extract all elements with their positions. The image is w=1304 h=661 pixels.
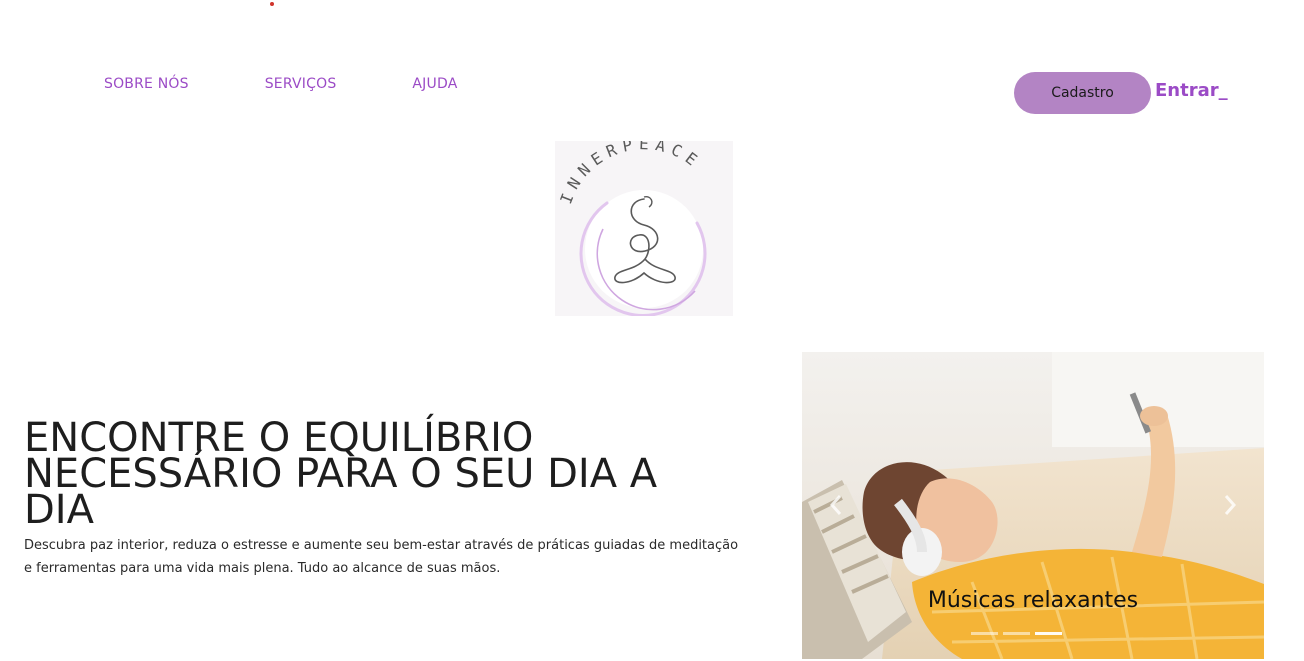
innerpeace-logo: INNERPEACE — [555, 141, 733, 316]
nav-item-ajuda[interactable]: AJUDA — [412, 76, 457, 92]
carousel-indicators — [971, 632, 1062, 635]
chevron-left-icon — [829, 495, 842, 515]
carousel-caption: Músicas relaxantes — [927, 588, 1139, 613]
chevron-right-icon — [1224, 495, 1237, 515]
login-link[interactable]: Entrar_ — [1155, 80, 1228, 101]
carousel-prev-button[interactable] — [824, 490, 848, 520]
hero-description: Descubra paz interior, reduza o estresse… — [24, 538, 739, 576]
carousel: Músicas relaxantes — [802, 352, 1264, 659]
signup-button[interactable]: Cadastro — [1014, 72, 1151, 114]
carousel-indicator[interactable] — [1003, 632, 1030, 635]
carousel-indicator[interactable] — [971, 632, 998, 635]
hero-title: ENCONTRE O EQUILÍBRIO NECESSÁRIO PARA O … — [24, 415, 658, 533]
decorative-dot — [270, 2, 274, 6]
nav-item-sobre-nos[interactable]: SOBRE NÓS — [104, 76, 189, 92]
nav-item-servicos[interactable]: SERVIÇOS — [265, 76, 337, 92]
carousel-indicator-active[interactable] — [1035, 632, 1062, 635]
main-nav: SOBRE NÓS SERVIÇOS AJUDA — [104, 76, 457, 92]
carousel-next-button[interactable] — [1218, 490, 1242, 520]
logo-image: INNERPEACE — [556, 141, 707, 316]
